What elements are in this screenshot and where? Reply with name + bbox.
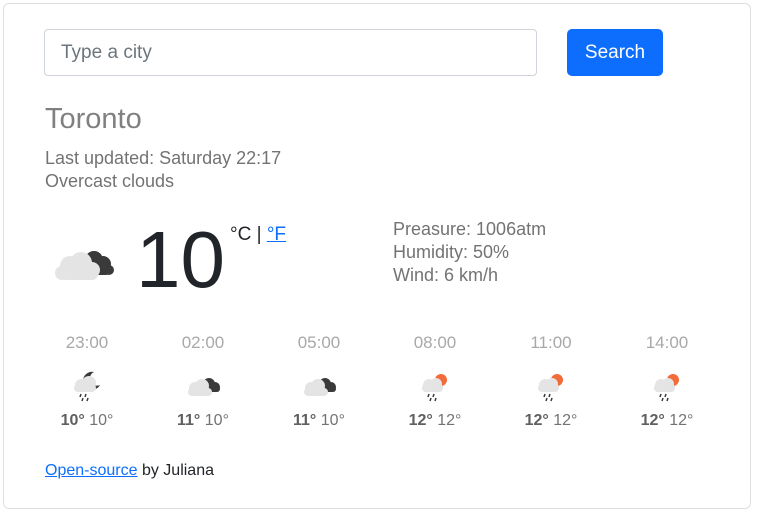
overcast-clouds-icon [55,251,114,280]
forecast-time: 23:00 [65,333,109,352]
celsius-unit: °C [230,224,252,245]
city-name: Toronto [45,103,142,135]
current-temperature: 10 [136,215,225,304]
forecast-temps: 11° 10° [261,412,377,430]
unit-toggle: °C | °F [230,224,286,246]
forecast-item: 14:00 12° 12° [609,332,725,430]
city-search-input[interactable] [44,29,537,76]
wind-value: Wind: 6 km/h [393,265,499,285]
humidity-value: Humidity: 50% [393,242,510,262]
footer-author: by Juliana [137,462,214,479]
forecast-min: 12° [437,412,462,429]
forecast-max: 12° [524,412,549,429]
forecast-temps: 12° 12° [493,412,609,430]
forecast-min: 10° [204,412,229,429]
forecast-min: 10° [320,412,345,429]
day-rain-icon [422,374,447,402]
forecast-temps: 12° 12° [609,412,725,430]
forecast-item: 11:00 12° 12° [493,332,609,430]
forecast-time: 14:00 [645,333,689,352]
forecast-time: 05:00 [297,333,341,352]
overcast-clouds-icon [304,378,336,396]
forecast-item: 23:00 10° 10° [29,332,145,430]
weather-details: Preasure: 1006atm Humidity: 50% Wind: 6 … [393,218,546,287]
forecast-min: 12° [669,412,694,429]
search-button[interactable]: Search [567,29,663,76]
last-updated: Last updated: Saturday 22:17 [45,148,282,168]
forecast-max: 11° [293,412,317,429]
fahrenheit-link[interactable]: °F [267,224,286,245]
forecast-temps: 11° 10° [145,412,261,430]
forecast-max: 10° [60,412,85,429]
forecast-item: 02:00 11° 10° [145,332,261,430]
weather-description: Overcast clouds [45,171,175,191]
forecast-min: 10° [89,412,114,429]
forecast-min: 12° [553,412,578,429]
forecast-item: 08:00 12° 12° [377,332,493,430]
forecast-max: 12° [640,412,665,429]
forecast-time: 11:00 [530,333,572,352]
forecast-item: 05:00 11° 10° [261,332,377,430]
overcast-clouds-icon [188,378,220,396]
day-rain-icon [654,374,679,402]
forecast-temps: 12° 12° [377,412,493,430]
night-rain-icon [74,371,100,402]
footer-credit: Open-source by Juliana [45,462,214,480]
open-source-link[interactable]: Open-source [45,462,138,479]
day-rain-icon [538,374,563,402]
forecast-max: 12° [408,412,433,429]
unit-separator: | [251,224,267,245]
weather-card: Search Toronto Last updated: Saturday 22… [3,3,751,509]
forecast-time: 02:00 [181,333,225,352]
forecast-temps: 10° 10° [29,412,145,430]
pressure-value: Preasure: 1006atm [393,219,547,239]
forecast-max: 11° [177,412,201,429]
forecast-time: 08:00 [413,333,457,352]
